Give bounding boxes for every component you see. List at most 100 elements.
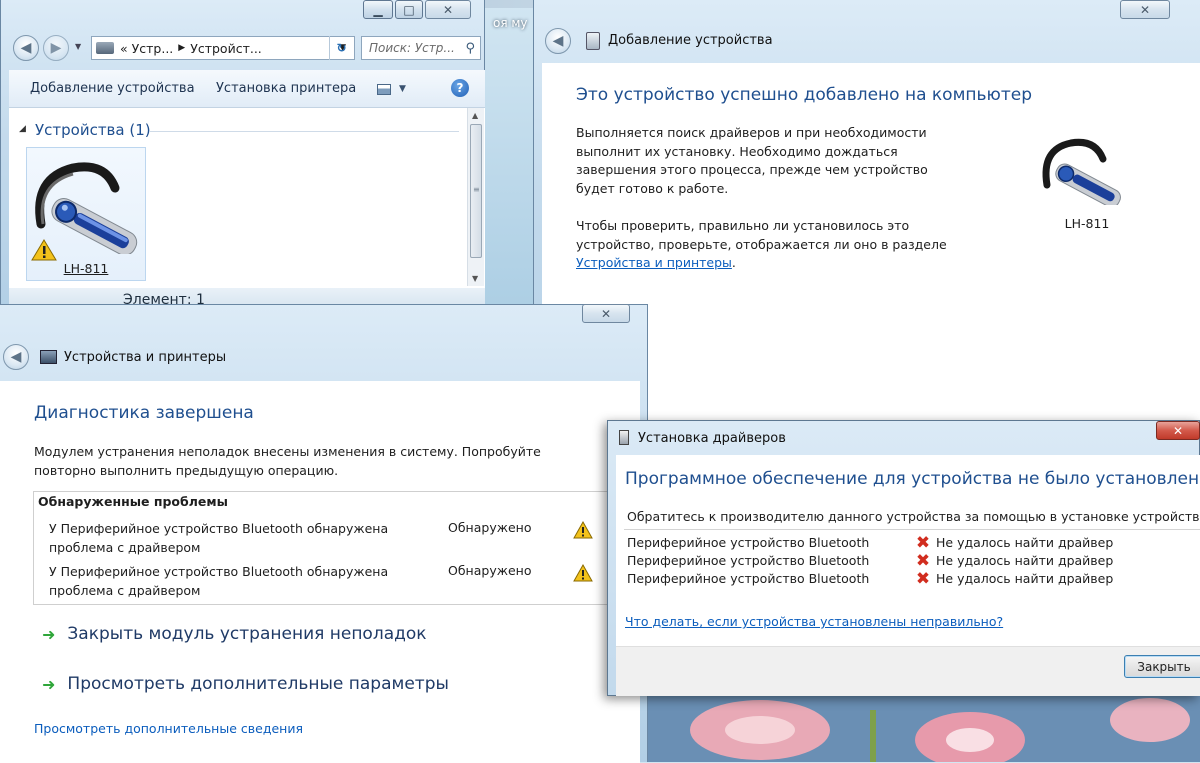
- back-button[interactable]: ◀: [545, 28, 571, 54]
- devices-printers-icon: [40, 350, 57, 364]
- driver-row[interactable]: Периферийное устройство Bluetooth ✖ Не у…: [627, 571, 1187, 589]
- wizard-icon: [586, 32, 600, 50]
- address-bar[interactable]: « Устр... ▶ Устройст... ▼: [91, 36, 355, 60]
- close-dialog-button[interactable]: Закрыть: [1124, 655, 1200, 678]
- help-button[interactable]: ?: [451, 79, 469, 97]
- warning-icon: [31, 239, 57, 261]
- problem-text: У Периферийное устройство Bluetooth обна…: [49, 564, 389, 598]
- group-collapse-icon[interactable]: ◢: [19, 124, 26, 134]
- close-troubleshooter-action[interactable]: ➜ Закрыть модуль устранения неполадок: [42, 624, 427, 644]
- problem-status: Обнаружено: [448, 520, 532, 535]
- explorer-window: ▁ □ ✕ ◀ ▶ ▼ « Устр... ▶ Устройст... ▼ ↻ …: [0, 0, 485, 310]
- devices-printers-link[interactable]: Устройства и принтеры: [576, 255, 732, 270]
- success-heading: Это устройство успешно добавлено на комп…: [576, 85, 1033, 105]
- search-icon: ⚲: [465, 40, 475, 56]
- help-icon: ?: [456, 81, 464, 95]
- verify-text-prefix: Чтобы проверить, правильно ли установило…: [576, 218, 947, 252]
- breadcrumb-separator-icon: ▶: [178, 43, 186, 53]
- scroll-thumb[interactable]: ≡: [470, 124, 482, 258]
- maximize-icon: □: [403, 2, 415, 17]
- driver-status: Не удалось найти драйвер: [936, 571, 1114, 586]
- arrow-left-icon: ◀: [552, 33, 564, 49]
- search-input[interactable]: Поиск: Устр... ⚲: [361, 36, 481, 60]
- back-button[interactable]: ◀: [3, 344, 29, 370]
- help-link[interactable]: Что делать, если устройства установлены …: [625, 614, 1003, 629]
- back-button[interactable]: ◀: [13, 35, 39, 61]
- window-title: Устройства и принтеры: [64, 350, 227, 365]
- devices-folder-icon: [96, 42, 114, 54]
- minimize-button[interactable]: ▁: [363, 0, 393, 19]
- group-header[interactable]: Устройства (1): [35, 121, 151, 139]
- flower-decoration: [690, 698, 1190, 762]
- minimize-icon: ▁: [373, 2, 383, 17]
- green-arrow-icon: ➜: [42, 624, 56, 644]
- group-divider: [149, 131, 459, 132]
- nav-history-dropdown[interactable]: ▼: [75, 42, 81, 51]
- problem-row[interactable]: У Периферийное устройство Bluetooth обна…: [34, 561, 612, 601]
- close-button[interactable]: ✕: [582, 304, 630, 323]
- desktop-label: оя му: [493, 16, 528, 30]
- view-details-link[interactable]: Просмотреть дополнительные сведения: [34, 721, 303, 736]
- action-label: Закрыть модуль устранения неполадок: [67, 624, 427, 644]
- dialog-icon: [619, 430, 629, 445]
- device-label[interactable]: LH-811: [27, 261, 145, 276]
- problems-header: Обнаруженные проблемы: [38, 494, 228, 509]
- problem-row[interactable]: У Периферийное устройство Bluetooth обна…: [34, 518, 612, 558]
- search-placeholder: Поиск: Устр...: [369, 41, 455, 55]
- dialog-title: Установка драйверов: [638, 431, 786, 446]
- error-x-icon: ✖: [915, 533, 931, 553]
- dialog-divider: [624, 529, 1200, 530]
- driver-status: Не удалось найти драйвер: [936, 535, 1114, 550]
- dialog-footer: Закрыть: [616, 646, 1200, 696]
- scroll-up-arrow-icon[interactable]: ▲: [472, 111, 478, 120]
- troubleshooter-content: Диагностика завершена Модулем устранения…: [0, 381, 640, 763]
- arrow-left-icon: ◀: [20, 40, 32, 56]
- verify-text: Чтобы проверить, правильно ли установило…: [576, 217, 968, 273]
- error-x-icon: ✖: [915, 551, 931, 571]
- vertical-scrollbar[interactable]: ▲ ≡ ▼: [467, 108, 484, 286]
- window-title: Добавление устройства: [608, 33, 773, 48]
- chevron-down-icon: ▼: [399, 84, 406, 94]
- close-button[interactable]: ✕: [1120, 0, 1170, 19]
- view-more-options-action[interactable]: ➜ Просмотреть дополнительные параметры: [42, 674, 449, 694]
- refresh-button[interactable]: ↻: [329, 36, 353, 60]
- wallpaper-flowers: [640, 690, 1200, 762]
- device-label: LH-811: [1064, 216, 1110, 231]
- close-icon: ✕: [1139, 2, 1151, 17]
- device-name: Периферийное устройство Bluetooth: [627, 535, 870, 550]
- arrow-right-icon: ▶: [50, 40, 62, 56]
- arrow-left-icon: ◀: [10, 349, 22, 365]
- green-arrow-icon: ➜: [42, 674, 56, 694]
- scroll-down-arrow-icon[interactable]: ▼: [472, 274, 478, 283]
- close-icon: ✕: [442, 2, 454, 17]
- close-icon: ✕: [1172, 423, 1184, 438]
- command-bar: Добавление устройства Установка принтера…: [9, 70, 485, 108]
- verify-text-suffix: .: [731, 255, 736, 270]
- add-device-command[interactable]: Добавление устройства: [30, 81, 195, 96]
- breadcrumb-overflow[interactable]: «: [120, 41, 128, 56]
- maximize-button[interactable]: □: [395, 0, 423, 19]
- driver-row[interactable]: Периферийное устройство Bluetooth ✖ Не у…: [627, 535, 1187, 553]
- breadcrumb-item[interactable]: Устр...: [132, 41, 174, 56]
- driver-row[interactable]: Периферийное устройство Bluetooth ✖ Не у…: [627, 553, 1187, 571]
- close-button[interactable]: ✕: [1156, 421, 1200, 440]
- diagnostics-heading: Диагностика завершена: [34, 403, 254, 423]
- headset-icon: [1042, 138, 1121, 205]
- device-name: Периферийное устройство Bluetooth: [627, 553, 870, 568]
- problems-box: Обнаруженные проблемы У Периферийное уст…: [33, 491, 613, 605]
- add-printer-command[interactable]: Установка принтера: [216, 81, 356, 96]
- breadcrumb-item[interactable]: Устройст...: [190, 41, 262, 56]
- action-label: Просмотреть дополнительные параметры: [67, 674, 449, 694]
- driver-install-dialog: Установка драйверов ✕ Программное обеспе…: [607, 420, 1200, 696]
- driver-search-text: Выполняется поиск драйверов и при необхо…: [576, 125, 928, 196]
- device-tile[interactable]: LH-811: [26, 147, 146, 281]
- forward-button[interactable]: ▶: [43, 35, 69, 61]
- view-options-button[interactable]: ▼: [377, 80, 417, 98]
- diagnostics-description: Модулем устранения неполадок внесены изм…: [34, 444, 541, 478]
- warning-icon: [573, 564, 593, 582]
- driver-status: Не удалось найти драйвер: [936, 553, 1114, 568]
- problem-text: У Периферийное устройство Bluetooth обна…: [49, 521, 389, 555]
- dialog-info: Обратитесь к производителю данного устро…: [627, 509, 1200, 524]
- troubleshooter-window: ✕ ◀ Устройства и принтеры Диагностика за…: [0, 304, 648, 763]
- close-button[interactable]: ✕: [425, 0, 471, 19]
